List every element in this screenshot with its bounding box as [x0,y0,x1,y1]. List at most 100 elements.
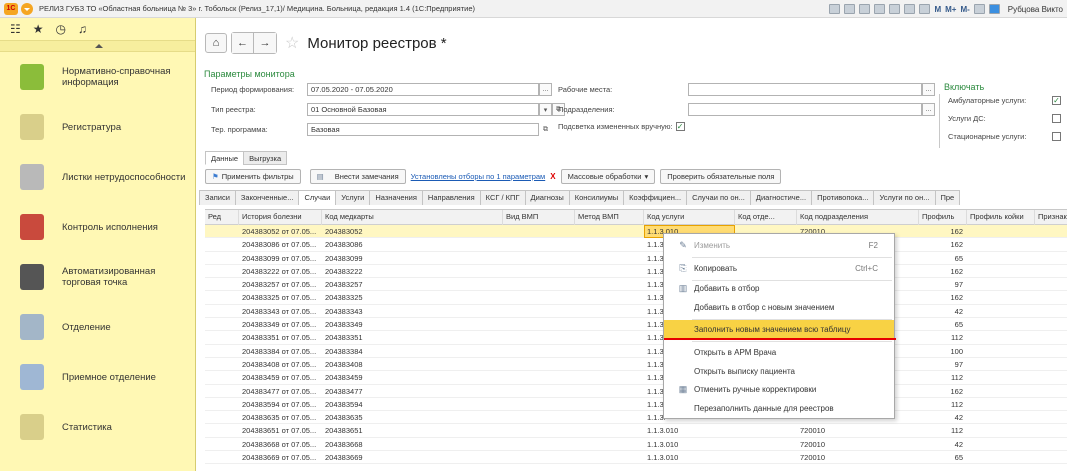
menu-item-edit[interactable]: ✎ Изменить F2 [664,236,894,255]
home-button[interactable]: ⌂ [205,33,227,53]
table-cell[interactable]: 720010 [797,451,919,464]
table-cell[interactable]: 42 [919,305,967,318]
column-header[interactable]: История болезни [239,210,322,225]
subtab[interactable]: Услуги [335,190,371,205]
table-row[interactable]: 204383349 от 07.05... 204383349 1.1.3. 65 [205,318,1067,332]
table-row[interactable]: 204383459 от 07.05... 204383459 1.1.3. 112 [205,371,1067,385]
table-cell[interactable]: 204383384 от 07.05... [239,345,322,358]
program-field[interactable]: Базовая [307,123,539,136]
table-cell[interactable]: 204383669 от 07.05... [239,451,322,464]
table-cell[interactable]: 204383086 от 07.05... [239,238,322,251]
table-cell[interactable]: 204383257 [322,278,503,291]
table-row[interactable]: 204383099 от 07.05... 204383099 1.1.3. 65 [205,252,1067,265]
table-cell[interactable]: 204383325 от 07.05... [239,291,322,304]
menu-item-add-filter[interactable]: ▥ Добавить в отбор [664,279,894,298]
table-cell[interactable]: 204383384 [322,345,503,358]
table-cell[interactable]: 97 [919,358,967,371]
filters-link[interactable]: Установлены отборы по 1 параметрам [411,172,546,181]
current-user[interactable]: Рубцова Викто [1008,5,1063,14]
history-icon[interactable] [889,4,901,14]
table-row[interactable]: 204383325 от 07.05... 204383325 1.1.3. 162 [205,291,1067,305]
subtab[interactable]: Диагнозы [524,190,570,205]
add-remarks-button[interactable]: ▤ Внести замечания [309,169,406,184]
table-cell[interactable]: 204383635 от 07.05... [239,411,322,424]
subtab[interactable]: Назначения [369,190,423,205]
workplaces-select-button[interactable]: ... [922,83,935,96]
zoom-icon[interactable] [973,4,985,14]
dropdown-icon[interactable]: ▾ [539,103,552,116]
table-row[interactable]: 204383343 от 07.05... 204383343 1.1.3. 42 [205,305,1067,319]
table-cell[interactable]: 112 [919,398,967,411]
table-cell[interactable]: 204383099 от 07.05... [239,252,322,265]
subtab[interactable]: Случаи по он... [686,190,751,205]
menu-item-copy[interactable]: ⎘ Копировать Ctrl+C [664,259,894,278]
table-cell[interactable]: 162 [919,291,967,304]
table-cell[interactable]: 204383257 от 07.05... [239,278,322,291]
highlight-checkbox[interactable]: ✓ [675,122,685,131]
notifications-bell-icon[interactable]: ♫ [78,22,87,36]
calendar-icon[interactable] [919,4,931,14]
sidebar-item[interactable]: Статистика [0,402,195,452]
table-cell[interactable]: 204383459 [322,371,503,384]
memory-plus-button[interactable]: M+ [945,5,956,14]
menu-item-fill-all[interactable]: Заполнить новым значением всю таблицу [664,320,894,339]
table-cell[interactable]: 112 [919,424,967,437]
table-row[interactable]: 204383477 от 07.05... 204383477 1.1.3. 162 [205,385,1067,398]
table-cell[interactable]: 162 [919,238,967,251]
menu-item-open-arm[interactable]: Открыть в АРМ Врача [664,343,894,362]
table-cell[interactable]: 204383351 от 07.05... [239,331,322,344]
stac-checkbox[interactable] [1052,132,1061,141]
subtab[interactable]: Диагностиче... [749,190,813,205]
table-cell[interactable]: 204383668 от 07.05... [239,438,322,451]
subtab[interactable]: Пре [934,190,961,205]
table-row[interactable]: 204383257 от 07.05... 204383257 1.1.3. 97 [205,278,1067,292]
table-cell[interactable]: 204383669 [322,451,503,464]
table-cell[interactable]: 204383349 [322,318,503,331]
table-row[interactable]: 204383651 от 07.05... 204383651 1.1.3.010 7… [205,424,1067,438]
table-row[interactable]: 204383351 от 07.05... 204383351 1.1.3. 112 [205,331,1067,345]
column-header[interactable]: Вид ВМП [503,210,575,225]
table-cell[interactable]: 204383594 [322,398,503,411]
workplaces-field[interactable] [688,83,922,96]
preview-icon[interactable] [859,4,871,14]
column-header[interactable]: Ред [205,210,239,225]
table-cell[interactable]: 204383635 [322,411,503,424]
1c-logo-icon[interactable]: 1С [4,2,18,15]
favorites-star-icon[interactable]: ★ [33,22,44,36]
table-cell[interactable]: 42 [919,411,967,424]
table-cell[interactable]: 65 [919,318,967,331]
column-header[interactable]: Код услуги [644,210,735,225]
column-header[interactable]: Код отде... [735,210,797,225]
back-button[interactable]: ← [232,33,254,53]
sidebar-item[interactable]: Контроль исполнения [0,202,195,252]
table-cell[interactable]: 162 [919,225,967,238]
table-row[interactable]: 204383594 от 07.05... 204383594 1.1.3. 112 [205,398,1067,412]
sidebar-item[interactable]: Листки нетрудоспособности [0,152,195,202]
sidebar-item[interactable]: Нормативно-справочная информация [0,52,195,102]
ds-checkbox[interactable] [1052,114,1061,123]
sidebar-item[interactable]: Регистратура [0,102,195,152]
table-cell[interactable]: 204383222 [322,265,503,278]
table-cell[interactable]: 204383668 [322,438,503,451]
table-cell[interactable]: 204383052 от 07.05... [239,225,322,238]
table-row[interactable]: 204383086 от 07.05... 204383086 1.1.3. 162 [205,238,1067,252]
open-icon[interactable]: ⧉ [539,123,552,136]
column-header[interactable]: Метод ВМП [575,210,644,225]
menu-item-refill[interactable]: Перезаполнить данные для реестров [664,399,894,418]
table-cell[interactable]: 204383343 [322,305,503,318]
table-cell[interactable]: 42 [919,438,967,451]
table-cell[interactable]: 1.1.3.010 [644,438,735,451]
table-cell[interactable]: 204383408 [322,358,503,371]
subtab[interactable]: Записи [199,190,236,205]
column-header[interactable]: Код медкарты [322,210,503,225]
subtab[interactable]: Консилиумы [568,190,625,205]
sidebar-item[interactable]: Автоматизированная торговая точка [0,252,195,302]
table-cell[interactable]: 204383651 [322,424,503,437]
memory-m-button[interactable]: M [934,5,941,14]
divisions-field[interactable] [688,103,922,116]
table-row[interactable]: 204383669 от 07.05... 204383669 1.1.3.010 7… [205,451,1067,465]
print-icon[interactable] [844,4,856,14]
table-cell[interactable]: 97 [919,278,967,291]
tab-export[interactable]: Выгрузка [243,151,288,165]
table-row[interactable]: 204383668 от 07.05... 204383668 1.1.3.010 7… [205,438,1067,452]
